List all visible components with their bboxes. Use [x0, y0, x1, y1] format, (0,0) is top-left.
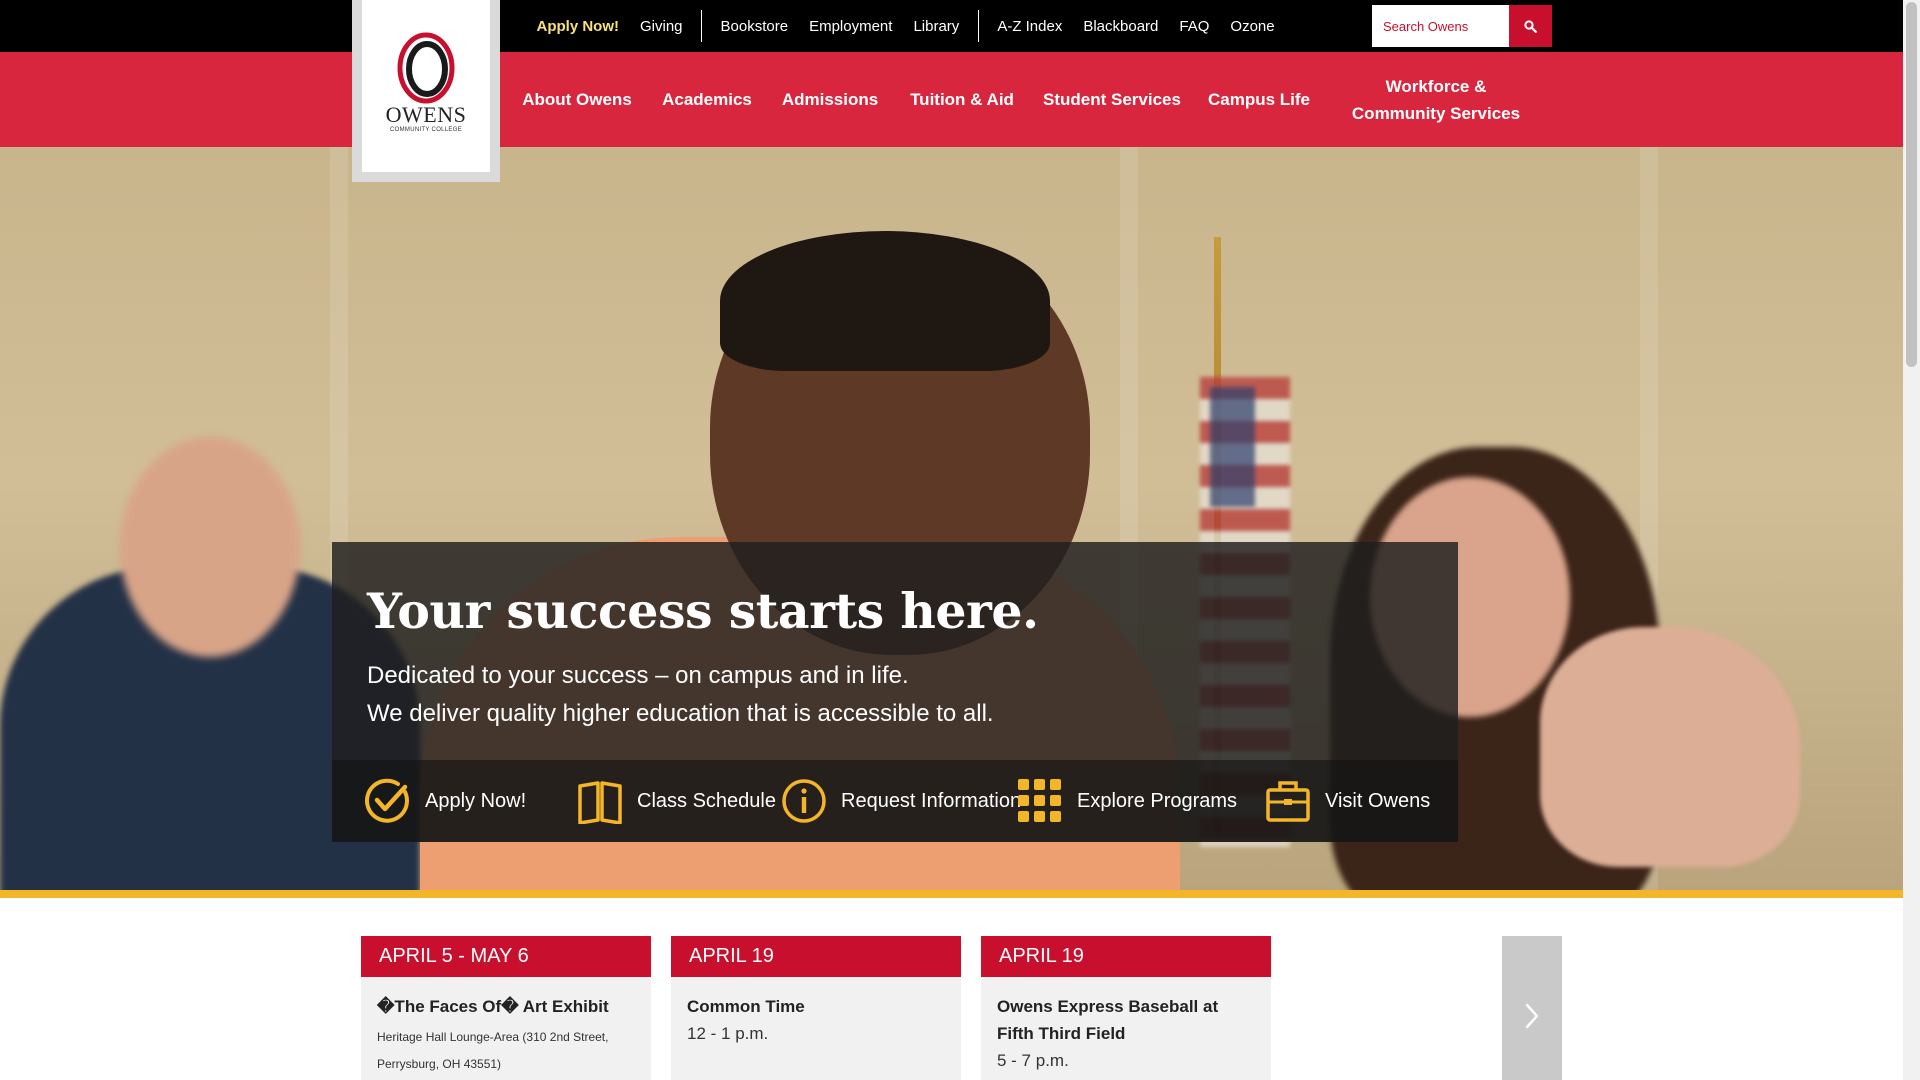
- hero-title: Your success starts here.: [367, 582, 1039, 640]
- utility-link-az-index[interactable]: A-Z Index: [987, 18, 1073, 35]
- utility-link-faq[interactable]: FAQ: [1169, 18, 1220, 35]
- event-card[interactable]: APRIL 19 Common Time 12 - 1 p.m.: [671, 936, 961, 1080]
- info-circle-icon: [781, 778, 827, 824]
- event-location: Heritage Hall Lounge-Area (310 2nd Stree…: [377, 1030, 609, 1071]
- utility-link-giving[interactable]: Giving: [630, 18, 694, 35]
- quick-link-apply-label: Apply Now!: [425, 789, 527, 812]
- main-navigation: About Owens Academics Admissions Tuition…: [0, 52, 1903, 147]
- utility-link-ozone[interactable]: Ozone: [1220, 18, 1285, 35]
- hero-description: We deliver quality higher education that…: [367, 700, 994, 727]
- event-title: Owens Express Baseball at Fifth Third Fi…: [997, 997, 1219, 1043]
- search-input[interactable]: [1372, 5, 1509, 47]
- utility-link-library[interactable]: Library: [903, 18, 970, 35]
- quick-link-visit-owens[interactable]: Visit Owens: [1265, 760, 1430, 842]
- event-card[interactable]: APRIL 5 - MAY 6 �The Faces Of� Art Exhib…: [361, 936, 651, 1080]
- nav-academics[interactable]: Academics: [658, 52, 756, 147]
- search-icon: [1524, 19, 1537, 33]
- nav-admissions[interactable]: Admissions: [778, 52, 882, 147]
- logo-wordmark: OWENS: [385, 102, 467, 127]
- hero-banner: Your success starts here. Dedicated to y…: [0, 147, 1903, 893]
- chevron-right-icon: [1525, 1003, 1539, 1029]
- owens-logo-mark-icon: [397, 32, 455, 104]
- nav-workforce-community-services[interactable]: Workforce & Community Services: [1334, 52, 1538, 147]
- utility-bar: Apply Now! Giving Bookstore Employment L…: [0, 0, 1903, 52]
- utility-link-apply[interactable]: Apply Now!: [526, 18, 630, 35]
- event-card[interactable]: APRIL 19 Owens Express Baseball at Fifth…: [981, 936, 1271, 1080]
- quick-link-request-information-label: Request Information: [841, 789, 1022, 812]
- quick-link-explore-programs[interactable]: Explore Programs: [1017, 760, 1237, 842]
- utility-link-bookstore[interactable]: Bookstore: [710, 18, 799, 35]
- events-next-button[interactable]: [1502, 936, 1562, 1080]
- nav-workforce-line2: Community Services: [1351, 103, 1521, 123]
- checkmark-circle-icon: [365, 778, 411, 824]
- grid-icon: [1017, 778, 1063, 824]
- event-date: APRIL 5 - MAY 6: [361, 936, 651, 977]
- utility-link-blackboard[interactable]: Blackboard: [1073, 18, 1169, 35]
- utility-link-employment[interactable]: Employment: [799, 18, 903, 35]
- gold-divider: [0, 890, 1903, 898]
- event-date: APRIL 19: [981, 936, 1271, 977]
- utility-links: Apply Now! Giving Bookstore Employment L…: [526, 0, 1285, 52]
- event-time: 12 - 1 p.m.: [687, 1024, 769, 1043]
- search-button[interactable]: [1509, 5, 1552, 47]
- american-flag-canton: [1210, 387, 1255, 507]
- logo[interactable]: OWENS COMMUNITY COLLEGE: [362, 0, 490, 172]
- logo-subtitle: COMMUNITY COLLEGE: [390, 127, 462, 133]
- quick-link-class-schedule-label: Class Schedule: [637, 789, 776, 812]
- quick-link-explore-programs-label: Explore Programs: [1077, 789, 1238, 812]
- hero-panel: Your success starts here. Dedicated to y…: [332, 542, 1458, 842]
- nav-student-services[interactable]: Student Services: [1042, 52, 1182, 147]
- quick-link-class-schedule[interactable]: Class Schedule: [577, 760, 776, 842]
- page-scrollbar[interactable]: [1903, 0, 1920, 1080]
- quick-link-visit-owens-label: Visit Owens: [1325, 789, 1431, 812]
- event-title: Common Time: [687, 997, 805, 1016]
- utility-divider: [977, 10, 979, 42]
- scrollbar-thumb[interactable]: [1906, 2, 1917, 367]
- quick-links: Apply Now! Class Schedule Request Inform…: [332, 760, 1458, 842]
- nav-workforce-line1: Workforce &: [1385, 76, 1487, 96]
- nav-tuition-aid[interactable]: Tuition & Aid: [905, 52, 1019, 147]
- event-title: �The Faces Of� Art Exhibit: [377, 997, 609, 1016]
- hero-photo-person-center-hair: [720, 231, 1050, 371]
- hero-tagline: Dedicated to your success – on campus an…: [367, 662, 909, 689]
- open-book-icon: [577, 778, 623, 824]
- nav-campus-life[interactable]: Campus Life: [1204, 52, 1314, 147]
- hero-photo-person-right-arm: [1540, 627, 1800, 867]
- nav-about-owens[interactable]: About Owens: [518, 52, 636, 147]
- event-time: 5 - 7 p.m.: [997, 1051, 1069, 1070]
- hero-photo-person-left-head: [120, 437, 300, 657]
- quick-link-request-information[interactable]: Request Information: [781, 760, 1021, 842]
- events-section: APRIL 5 - MAY 6 �The Faces Of� Art Exhib…: [0, 898, 1903, 1080]
- quick-link-apply[interactable]: Apply Now!: [365, 760, 526, 842]
- event-date: APRIL 19: [671, 936, 961, 977]
- briefcase-icon: [1265, 778, 1311, 824]
- logo-tile[interactable]: OWENS COMMUNITY COLLEGE: [352, 0, 500, 182]
- utility-divider: [701, 10, 703, 42]
